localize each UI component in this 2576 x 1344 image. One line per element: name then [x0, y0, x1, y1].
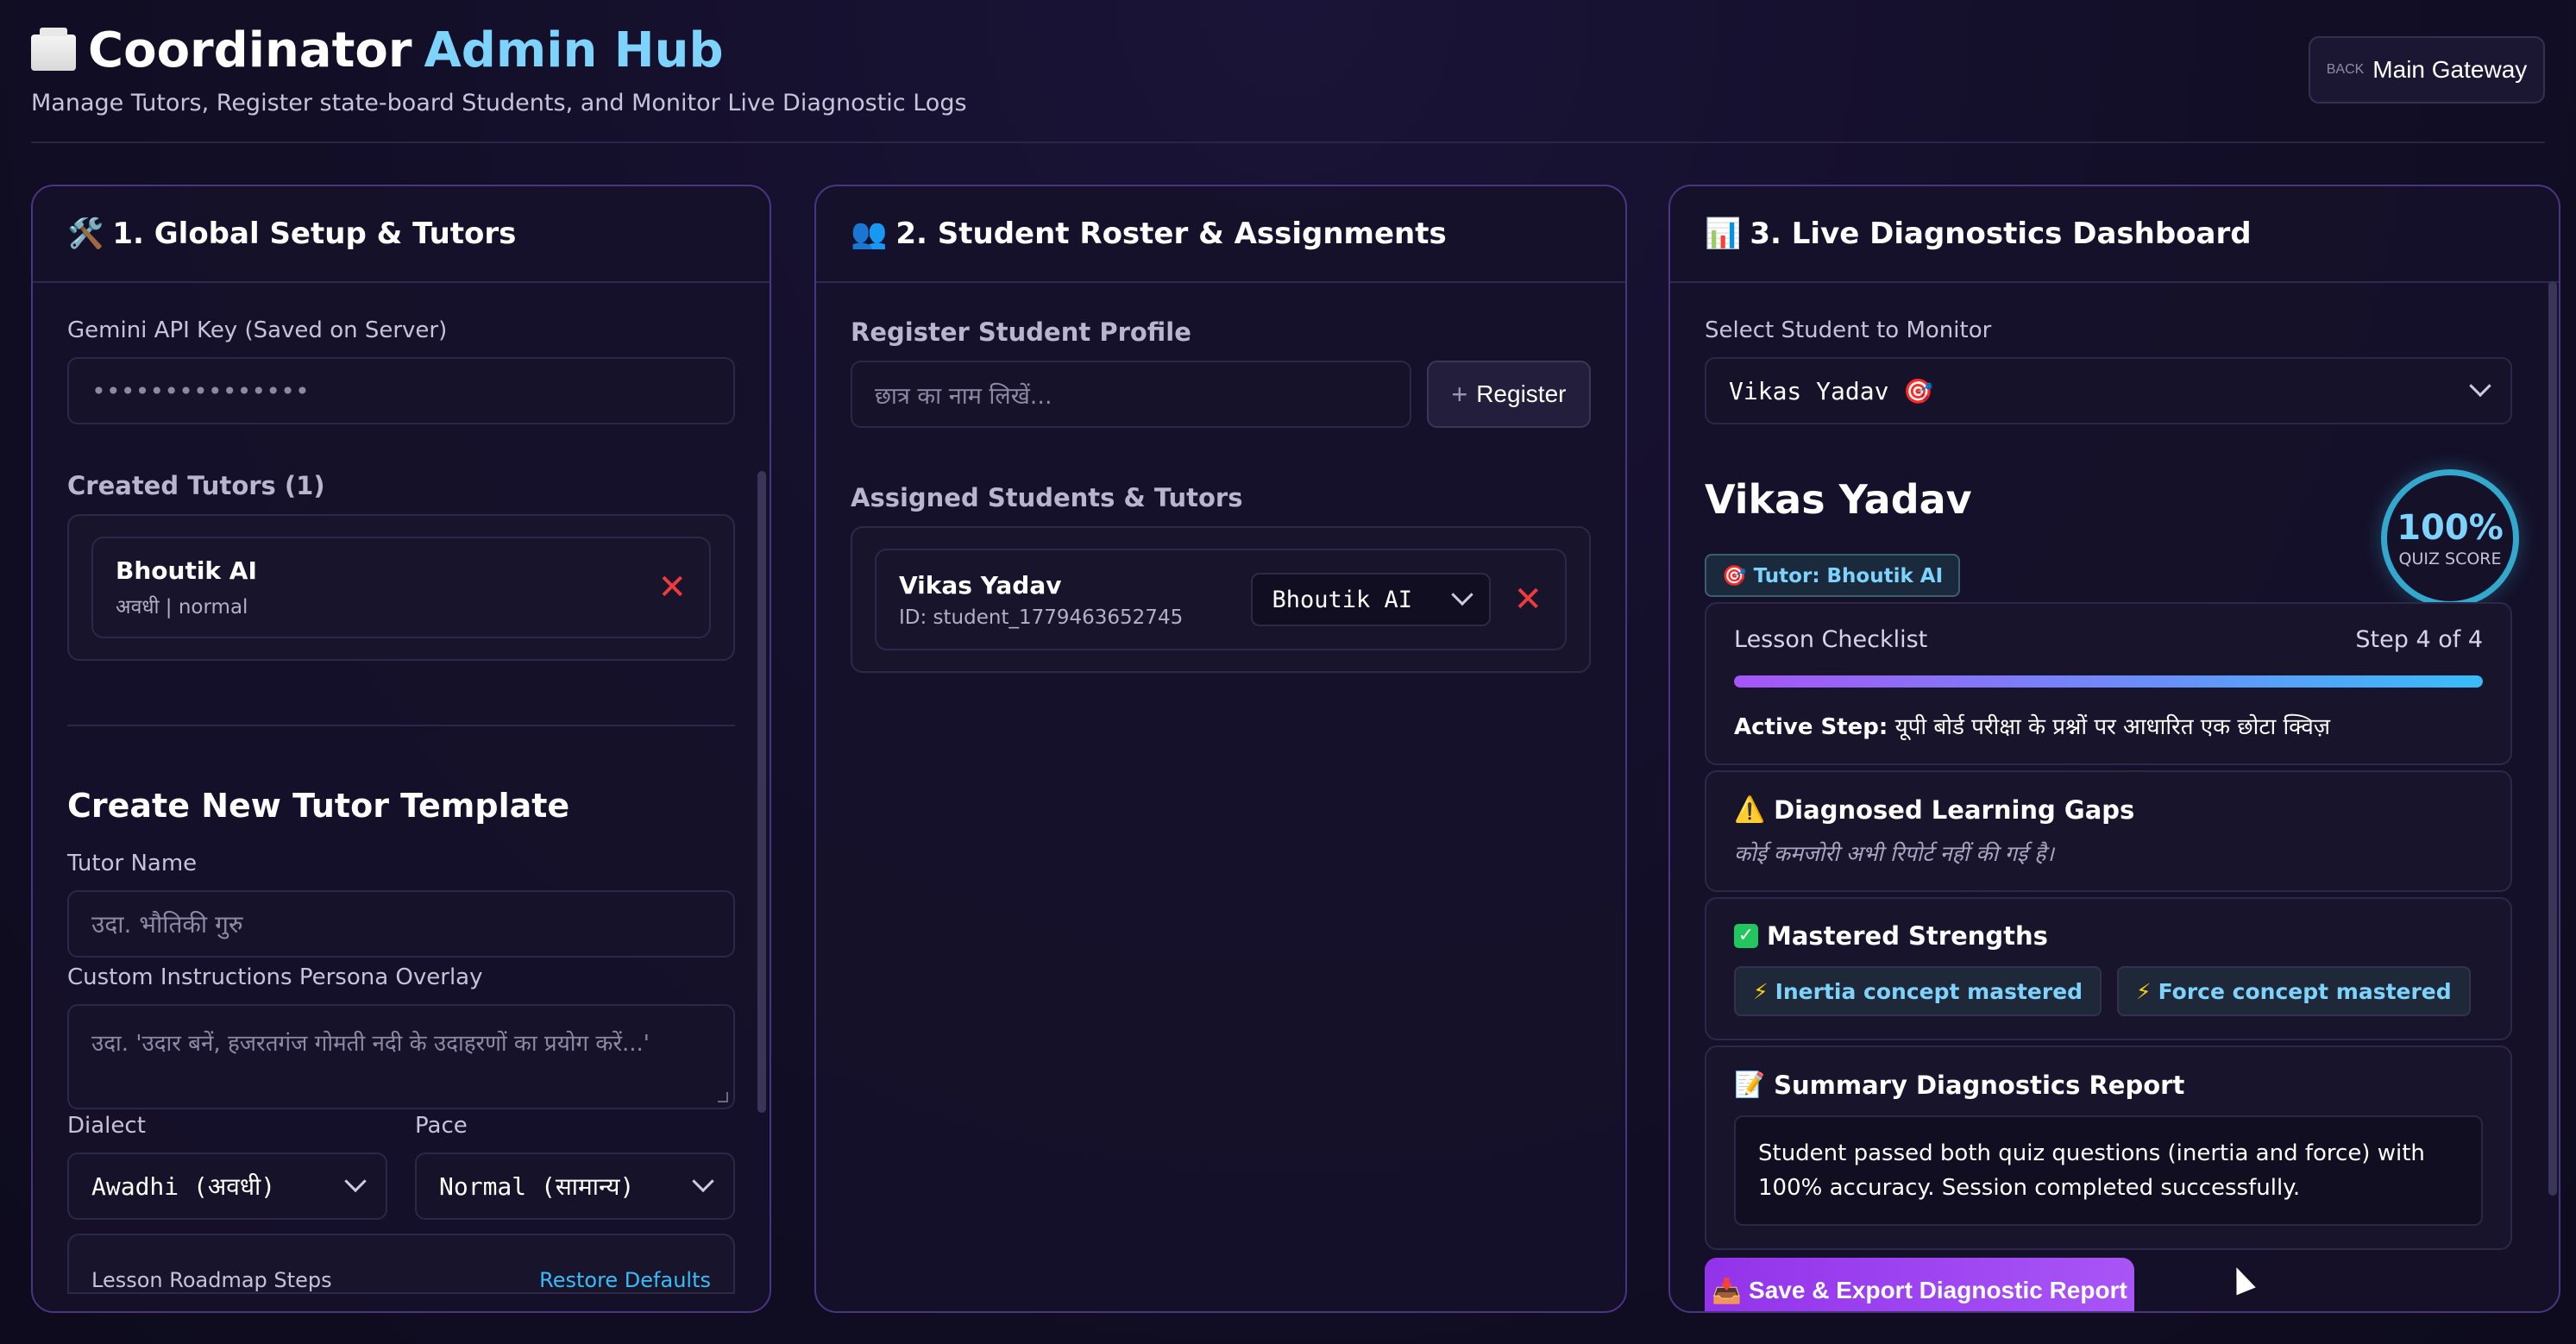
tutor-card: Bhoutik AI अवधी | normal ✕	[91, 537, 711, 638]
chevron-down-icon	[344, 1170, 367, 1193]
tutor-name-input[interactable]: उदा. भौतिकी गुरु	[67, 890, 735, 958]
student-name: Vikas Yadav	[899, 570, 1062, 600]
student-name-input[interactable]: छात्र का नाम लिखें...	[851, 361, 1411, 428]
instructions-textarea[interactable]: उदा. 'उदार बनें, हजरतगंज गोमती नदी के उद…	[67, 1004, 735, 1109]
warning-icon: ⚠️	[1734, 794, 1766, 824]
chevron-down-icon	[692, 1170, 714, 1193]
student-assignment-row: Vikas Yadav ID: student_1779463652745 Bh…	[875, 549, 1567, 650]
created-tutors-label: Created Tutors (1)	[67, 471, 325, 500]
select-student-label: Select Student to Monitor	[1705, 317, 1992, 343]
chevron-down-icon	[2469, 374, 2491, 398]
global-setup-heading: 🛠️ 1. Global Setup & Tutors	[33, 186, 770, 283]
export-report-button[interactable]: 📥 Save & Export Diagnostic Report	[1705, 1258, 2134, 1311]
student-roster-panel: 👥 2. Student Roster & Assignments Regist…	[814, 185, 1627, 1313]
assigned-students-list: Vikas Yadav ID: student_1779463652745 Bh…	[851, 526, 1591, 673]
roadmap-label: Lesson Roadmap Steps	[91, 1268, 332, 1292]
api-key-input[interactable]: •••••••••••••••	[67, 357, 735, 424]
tools-icon: 🛠️	[67, 217, 104, 251]
learning-gaps-card: ⚠️ Diagnosed Learning Gaps कोई कमजोरी अभ…	[1705, 770, 2512, 892]
pace-label: Pace	[415, 1113, 468, 1139]
global-setup-panel: 🛠️ 1. Global Setup & Tutors Gemini API K…	[31, 185, 771, 1313]
live-diagnostics-panel: 📊 3. Live Diagnostics Dashboard 100% QUI…	[1668, 185, 2560, 1313]
lesson-progress-bar	[1734, 675, 2483, 688]
tutor-meta: अवधी | normal	[116, 595, 248, 619]
lesson-checklist: Lesson Checklist Step 4 of 4 Active Step…	[1705, 602, 2512, 765]
assigned-tutor-select[interactable]: Bhoutik AI	[1251, 573, 1492, 626]
step-counter: Step 4 of 4	[2355, 626, 2483, 653]
pace-select[interactable]: Normal (सामान्य)	[415, 1152, 735, 1220]
page-title: Coordinator Admin Hub	[31, 22, 724, 79]
tutor-name: Bhoutik AI	[116, 556, 257, 585]
monitored-student-name: Vikas Yadav	[1705, 476, 1972, 523]
summary-report-card: 📝 Summary Diagnostics Report Student pas…	[1705, 1046, 2512, 1250]
strength-chip: ⚡ Force concept mastered	[2117, 966, 2471, 1016]
tutor-tag: 🎯 Tutor: Bhoutik AI	[1705, 554, 1961, 597]
memo-icon: 📝	[1734, 1070, 1766, 1099]
users-icon: 👥	[851, 217, 888, 251]
restore-defaults-link[interactable]: Restore Defaults	[539, 1268, 711, 1292]
title-main: Coordinator	[88, 22, 412, 79]
roadmap-steps-header: Lesson Roadmap Steps Restore Defaults	[67, 1234, 735, 1294]
chart-icon: 📊	[1705, 217, 1742, 251]
section-divider	[67, 725, 735, 726]
main-gateway-button[interactable]: BACK Main Gateway	[2309, 36, 2545, 104]
checklist-label: Lesson Checklist	[1734, 626, 1928, 653]
learning-gaps-text: कोई कमजोरी अभी रिपोर्ट नहीं की गई है।	[1734, 841, 2054, 866]
back-arrow-icon: BACK	[2326, 62, 2365, 77]
student-roster-heading: 👥 2. Student Roster & Assignments	[816, 186, 1625, 283]
tutor-list: Bhoutik AI अवधी | normal ✕	[67, 514, 735, 661]
delete-tutor-icon[interactable]: ✕	[657, 570, 687, 605]
remove-student-icon[interactable]: ✕	[1513, 582, 1542, 617]
instructions-label: Custom Instructions Persona Overlay	[67, 964, 483, 990]
lesson-progress-fill	[1734, 675, 2483, 688]
tutor-name-label: Tutor Name	[67, 851, 198, 876]
api-key-label: Gemini API Key (Saved on Server)	[67, 317, 448, 343]
lightning-icon: ⚡	[1753, 978, 1769, 1004]
register-button[interactable]: + Register	[1427, 361, 1591, 428]
live-diagnostics-heading: 📊 3. Live Diagnostics Dashboard	[1670, 186, 2559, 283]
checkmark-icon: ✓	[1734, 924, 1758, 948]
inbox-icon: 📥	[1712, 1278, 1743, 1304]
briefcase-icon	[31, 27, 76, 71]
chevron-down-icon	[1451, 583, 1474, 606]
plus-icon: +	[1451, 378, 1468, 410]
summary-report-text: Student passed both quiz questions (iner…	[1734, 1115, 2483, 1226]
main-gateway-label: Main Gateway	[2372, 56, 2528, 83]
strength-chip: ⚡ Inertia concept mastered	[1734, 966, 2102, 1016]
active-step: Active Step: यूपी बोर्ड परीक्षा के प्रश्…	[1734, 714, 2331, 740]
assigned-students-label: Assigned Students & Tutors	[851, 483, 1243, 512]
mastered-strengths-card: ✓ Mastered Strengths ⚡ Inertia concept m…	[1705, 897, 2512, 1040]
monitor-student-select[interactable]: Vikas Yadav 🎯	[1705, 357, 2512, 424]
page-header: Coordinator Admin Hub Manage Tutors, Reg…	[31, 17, 2545, 143]
title-accent: Admin Hub	[424, 22, 724, 79]
dialect-label: Dialect	[67, 1113, 146, 1139]
dialect-select[interactable]: Awadhi (अवधी)	[67, 1152, 387, 1220]
create-template-title: Create New Tutor Template	[67, 787, 570, 825]
register-student-label: Register Student Profile	[851, 317, 1191, 347]
student-id: ID: student_1779463652745	[899, 606, 1184, 629]
lightning-icon: ⚡	[2136, 978, 2152, 1004]
page-subtitle: Manage Tutors, Register state-board Stud…	[31, 90, 967, 116]
